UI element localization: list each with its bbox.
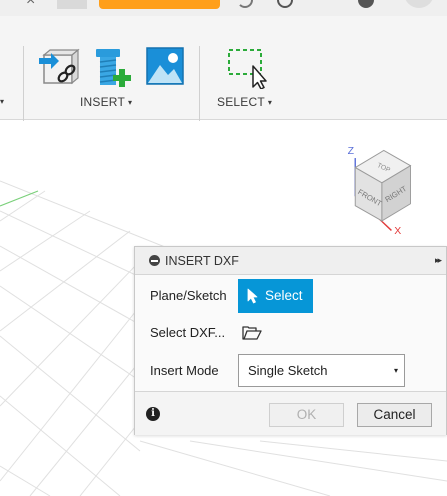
- axis-z-label: Z: [348, 146, 355, 157]
- insert-mode-value: Single Sketch: [248, 363, 328, 378]
- insert-dxf-dialog: INSERT DXF ▸▸ Plane/Sketch Select Select…: [134, 246, 447, 435]
- plane-sketch-select-button[interactable]: Select: [238, 279, 313, 313]
- cancel-button[interactable]: Cancel: [357, 403, 432, 427]
- previous-group-caret[interactable]: ▾: [0, 97, 4, 106]
- dialog-title: INSERT DXF: [165, 254, 239, 268]
- dialog-footer: i OK Cancel: [135, 391, 446, 435]
- close-tab-icon[interactable]: ×: [26, 0, 44, 11]
- insert-derive-icon[interactable]: [37, 46, 81, 93]
- select-group-label[interactable]: SELECT ▾: [217, 95, 272, 109]
- select-button-label: Select: [265, 288, 303, 303]
- insert-mode-label: Insert Mode: [150, 363, 219, 378]
- expand-dialog-icon[interactable]: ▸▸: [435, 255, 442, 266]
- view-cube[interactable]: TOP FRONT RIGHT Z X: [340, 139, 420, 239]
- active-document-tab[interactable]: [99, 0, 220, 9]
- ok-button[interactable]: OK: [269, 403, 344, 427]
- undo-icon[interactable]: [237, 0, 253, 8]
- clock-icon[interactable]: [277, 0, 293, 8]
- info-icon[interactable]: i: [146, 407, 160, 421]
- window-select-icon[interactable]: [226, 47, 270, 94]
- dialog-header: INSERT DXF ▸▸: [135, 247, 446, 275]
- cursor-arrow-icon: [247, 288, 258, 304]
- tab-bar: ×: [0, 0, 447, 16]
- open-folder-icon[interactable]: [242, 325, 262, 346]
- insert-image-icon[interactable]: [146, 47, 186, 92]
- select-dxf-label: Select DXF...: [150, 325, 226, 340]
- plane-sketch-label: Plane/Sketch: [150, 288, 227, 303]
- avatar[interactable]: [404, 0, 434, 8]
- toolbar-separator: [199, 46, 200, 126]
- help-icon[interactable]: [358, 0, 374, 8]
- chevron-down-icon: ▾: [393, 366, 398, 375]
- toolbar-separator: [23, 46, 24, 126]
- insert-mode-select[interactable]: Single Sketch ▾: [238, 354, 405, 387]
- new-tab-button[interactable]: [57, 0, 87, 9]
- insert-mcmaster-bolt-icon[interactable]: [94, 46, 134, 93]
- axis-x-label: X: [394, 226, 401, 237]
- insert-group-label[interactable]: INSERT ▾: [80, 95, 132, 109]
- toolbar: ▾ INSERT ▾ SELECT ▾: [0, 16, 447, 126]
- collapse-icon[interactable]: [149, 255, 160, 266]
